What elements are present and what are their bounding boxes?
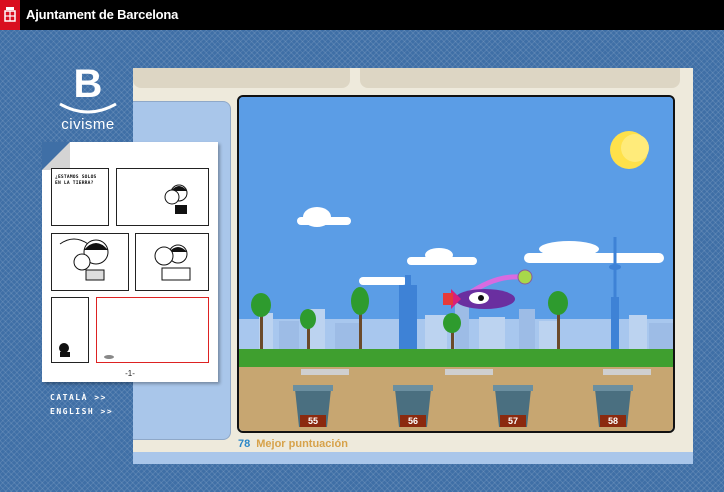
- comic-panel: [96, 297, 209, 363]
- trash-can[interactable]: 55: [293, 385, 333, 427]
- top-bar: Ajuntament de Barcelona: [0, 0, 724, 30]
- language-link-english[interactable]: ENGLISH >>: [50, 407, 113, 416]
- game-canvas[interactable]: 55 56 57 58: [237, 95, 675, 433]
- comic-title-line: EN LA TIERRA?: [55, 181, 94, 186]
- comic-panel: [135, 233, 209, 291]
- comic-title: ¿ESTAMOS SOLOS EN LA TIERRA?: [55, 175, 97, 187]
- page-fold-corner: [42, 142, 70, 170]
- best-score-label: Mejor puntuación: [256, 438, 348, 450]
- bottom-bar: [133, 452, 693, 464]
- barcelona-crest-icon[interactable]: [0, 0, 20, 30]
- trash-can-label: 58: [608, 416, 618, 426]
- organization-name[interactable]: Ajuntament de Barcelona: [26, 7, 178, 22]
- comic-panel: [116, 168, 209, 226]
- trash-can[interactable]: 58: [593, 385, 633, 427]
- civisme-logo[interactable]: B civisme: [56, 62, 120, 133]
- trash-can-label: 57: [508, 416, 518, 426]
- trash-can[interactable]: 57: [493, 385, 533, 427]
- trash-can-label: 56: [408, 416, 418, 426]
- best-score: 78 Mejor puntuación: [238, 438, 348, 450]
- language-link-catala[interactable]: CATALÀ >>: [50, 393, 107, 402]
- brand-name: civisme: [61, 116, 115, 133]
- trash-can-label: 55: [308, 416, 318, 426]
- top-right-strip: [360, 68, 680, 88]
- smile-arc-icon: [59, 102, 117, 114]
- comic-panel: [51, 297, 89, 363]
- trash-can[interactable]: 56: [393, 385, 433, 427]
- brand-letter: B: [73, 62, 103, 106]
- comic-title-line: ¿ESTAMOS SOLOS: [55, 175, 97, 180]
- comic-panel: [51, 233, 129, 291]
- best-score-value: 78: [238, 438, 251, 450]
- top-left-strip: [133, 68, 350, 88]
- comic-page-number: -1-: [125, 369, 135, 378]
- comic-page[interactable]: ¿ESTAMOS SOLOS EN LA TIERRA? -1-: [42, 142, 218, 382]
- comic-panel: ¿ESTAMOS SOLOS EN LA TIERRA?: [51, 168, 109, 226]
